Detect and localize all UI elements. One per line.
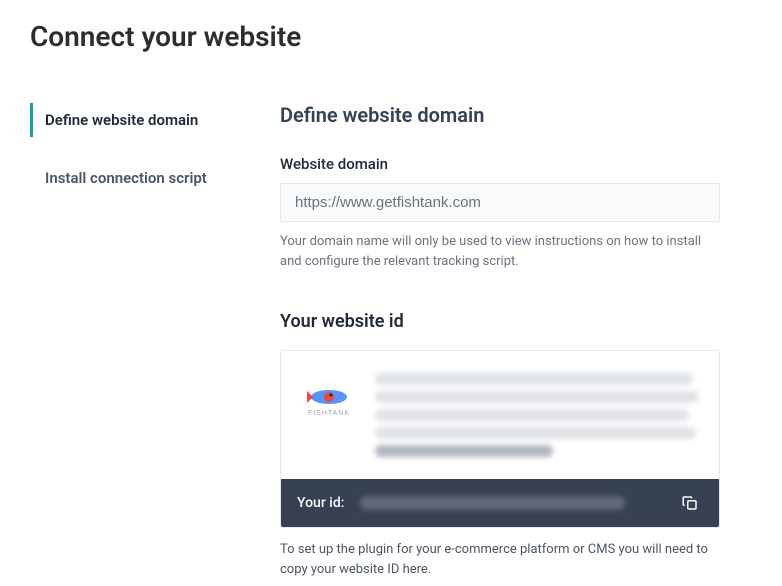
website-id-title: Your website id — [280, 311, 720, 332]
blurred-text-line — [375, 409, 689, 421]
copy-icon — [681, 494, 699, 512]
blurred-text-line — [375, 391, 699, 403]
copy-id-button[interactable] — [677, 490, 703, 516]
svg-text:FISHTANK: FISHTANK — [308, 410, 350, 417]
website-domain-label: Website domain — [280, 155, 720, 173]
page-title: Connect your website — [30, 20, 752, 53]
website-preview-text — [375, 373, 699, 457]
blurred-url-line — [375, 445, 553, 457]
sidebar: Define website domain Install connection… — [30, 103, 280, 579]
website-id-card: FISHTANK Your id: — [280, 350, 720, 528]
sidebar-item-install-script[interactable]: Install connection script — [30, 161, 280, 195]
content-panel: Define website domain Website domain You… — [280, 103, 720, 579]
main-layout: Define website domain Install connection… — [30, 103, 752, 579]
website-domain-input[interactable] — [280, 183, 720, 222]
section-title: Define website domain — [280, 103, 720, 127]
blurred-text-line — [375, 373, 693, 385]
website-id-bar: Your id: — [281, 479, 719, 527]
website-id-label: Your id: — [297, 495, 344, 511]
blurred-text-line — [375, 427, 696, 439]
website-id-help: To set up the plugin for your e-commerce… — [280, 540, 720, 579]
website-domain-help: Your domain name will only be used to vi… — [280, 232, 720, 271]
website-preview: FISHTANK — [281, 351, 719, 479]
sidebar-item-define-domain[interactable]: Define website domain — [30, 103, 280, 137]
fishtank-logo: FISHTANK — [301, 373, 357, 429]
website-id-value-blurred — [360, 496, 625, 510]
